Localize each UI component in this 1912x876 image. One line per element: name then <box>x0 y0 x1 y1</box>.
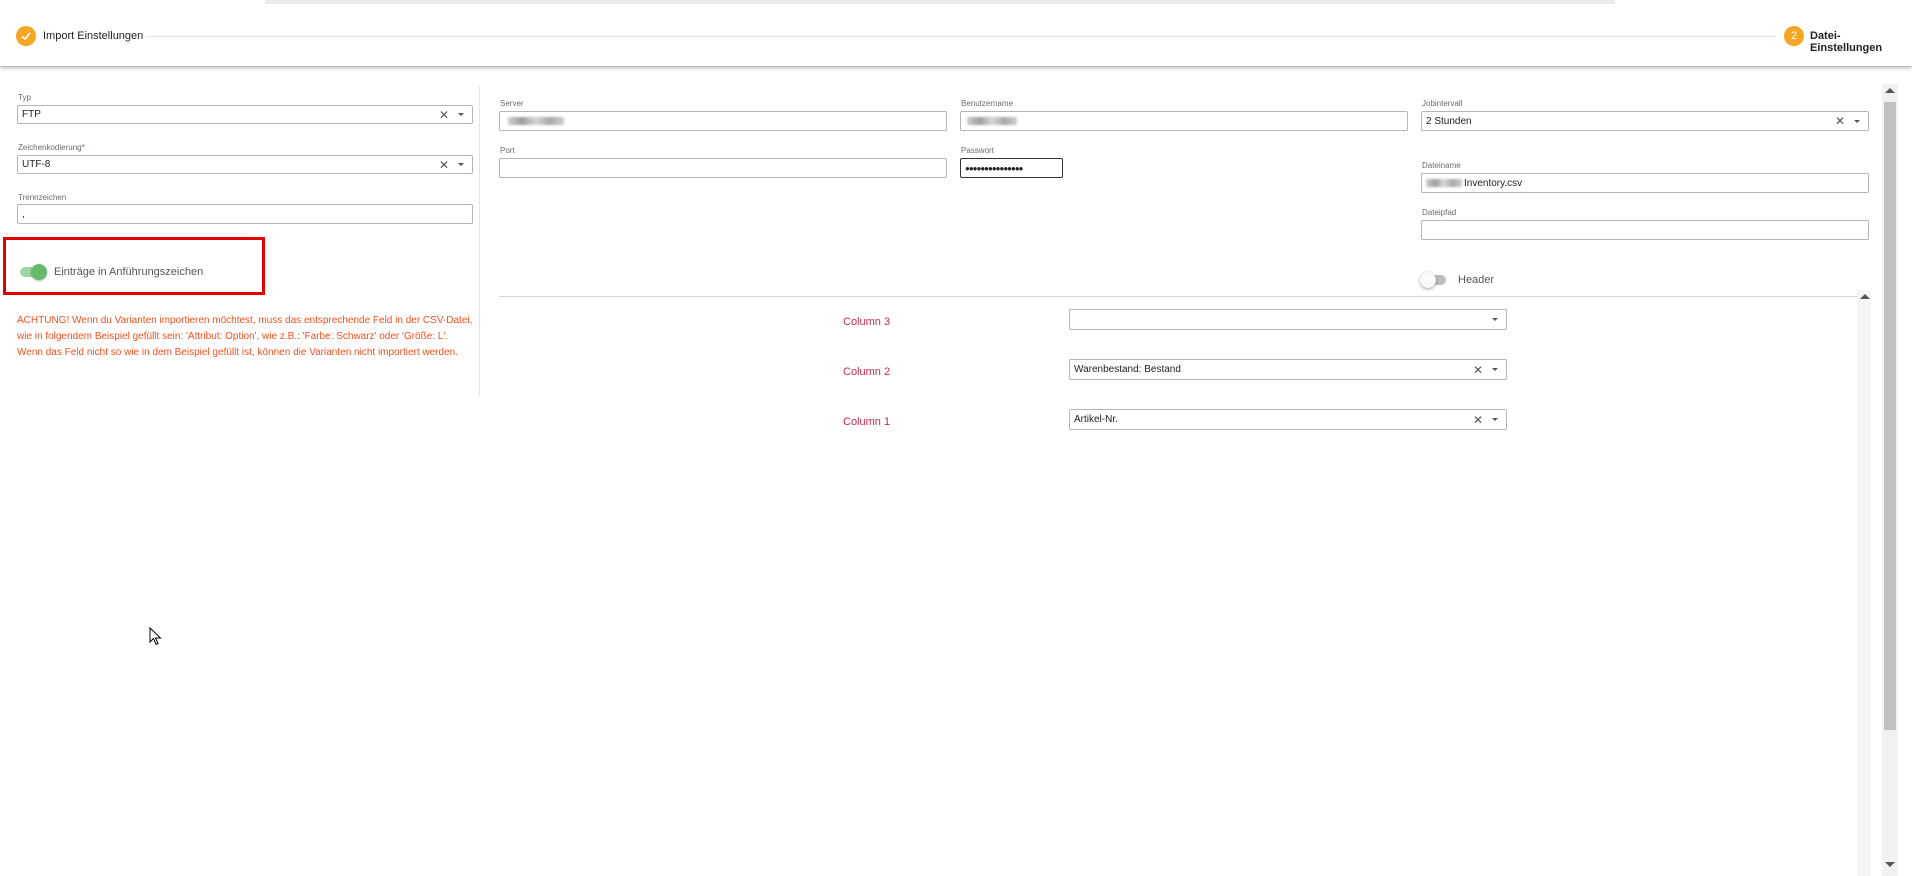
panel-divider <box>479 86 480 396</box>
columns-scroll-up-icon[interactable] <box>1860 294 1870 299</box>
step-connector <box>146 36 1776 37</box>
column3-label: Column 3 <box>843 316 891 328</box>
filename-input[interactable]: Inventory.csv <box>1421 173 1869 193</box>
encoding-label-wrap: Zeichenkodierung* <box>18 143 85 152</box>
filepath-label: Dateipfad <box>1422 208 1457 217</box>
step1-check-icon[interactable] <box>16 26 36 46</box>
filename-redacted <box>1426 179 1462 187</box>
header-toggle-knob[interactable] <box>1420 272 1436 288</box>
username-redacted <box>967 117 1017 125</box>
column1-select[interactable]: Artikel-Nr. ✕ <box>1069 409 1507 430</box>
column1-value: Artikel-Nr. <box>1074 414 1118 425</box>
step2-label[interactable]: Datei-Einstellungen <box>1810 30 1912 54</box>
jobinterval-value: 2 Stunden <box>1426 115 1472 127</box>
separator-value: , <box>22 208 25 220</box>
stepper: Import Einstellungen 2 Datei-Einstellung… <box>0 4 1912 67</box>
jobinterval-label: Jobintervall <box>1422 99 1463 108</box>
header-toggle-label: Header <box>1458 274 1495 286</box>
columns-divider <box>499 296 1871 297</box>
server-input[interactable] <box>499 111 947 131</box>
jobinterval-select[interactable]: 2 Stunden ✕ <box>1421 111 1869 131</box>
step1-label[interactable]: Import Einstellungen <box>43 30 143 42</box>
column2-value: Warenbestand: Bestand <box>1074 364 1181 375</box>
encoding-clear-icon[interactable]: ✕ <box>436 158 452 172</box>
username-label: Benutzername <box>961 99 1014 108</box>
column2-label: Column 2 <box>843 366 891 378</box>
port-label: Port <box>500 146 515 155</box>
encoding-select[interactable]: UTF-8 ✕ <box>17 155 473 174</box>
separator-label: Trennzeichen <box>18 193 67 202</box>
encoding-value: UTF-8 <box>22 159 51 170</box>
quotes-toggle-label: Einträge in Anführungszeichen <box>54 266 204 278</box>
password-input[interactable]: ●●●●●●●●●●●●●●● <box>960 158 1063 178</box>
port-input[interactable] <box>499 158 947 178</box>
typ-label: Typ <box>18 93 31 102</box>
filename-label: Dateiname <box>1422 161 1461 170</box>
separator-input[interactable]: , <box>17 204 473 224</box>
step2-number[interactable]: 2 <box>1784 26 1804 46</box>
password-label: Passwort <box>961 146 994 155</box>
server-redacted <box>508 117 564 125</box>
jobinterval-clear-icon[interactable]: ✕ <box>1832 114 1848 128</box>
server-label: Server <box>500 99 524 108</box>
column3-chevron-down-icon[interactable] <box>1492 318 1498 321</box>
filepath-input[interactable] <box>1421 220 1869 240</box>
column1-chevron-down-icon[interactable] <box>1492 418 1498 421</box>
typ-chevron-down-icon[interactable] <box>458 113 464 116</box>
columns-scrollbar[interactable] <box>1857 290 1871 876</box>
jobinterval-chevron-down-icon[interactable] <box>1854 119 1860 123</box>
typ-value: FTP <box>22 109 41 120</box>
filename-value: Inventory.csv <box>1464 177 1523 189</box>
username-input[interactable] <box>960 111 1408 131</box>
check-icon <box>21 32 31 41</box>
page-scroll-down-icon[interactable] <box>1885 862 1895 867</box>
typ-clear-icon[interactable]: ✕ <box>436 108 452 122</box>
mouse-cursor-icon <box>149 627 162 646</box>
required-mark: * <box>81 143 85 152</box>
page-scrollbar-thumb[interactable] <box>1884 102 1896 730</box>
encoding-label: Zeichenkodierung <box>18 143 82 152</box>
quotes-toggle-knob[interactable] <box>31 264 47 280</box>
variant-warning: ACHTUNG! Wenn du Varianten importieren m… <box>17 315 473 358</box>
column2-chevron-down-icon[interactable] <box>1492 368 1498 371</box>
column2-select[interactable]: Warenbestand: Bestand ✕ <box>1069 359 1507 380</box>
page-scroll-up-icon[interactable] <box>1885 88 1895 93</box>
typ-select[interactable]: FTP ✕ <box>17 105 473 124</box>
column3-select[interactable] <box>1069 309 1507 330</box>
encoding-chevron-down-icon[interactable] <box>458 163 464 166</box>
column1-clear-icon[interactable]: ✕ <box>1470 413 1486 427</box>
column2-clear-icon[interactable]: ✕ <box>1470 363 1486 377</box>
password-value: ●●●●●●●●●●●●●●● <box>965 163 1023 173</box>
column1-label: Column 1 <box>843 416 891 428</box>
